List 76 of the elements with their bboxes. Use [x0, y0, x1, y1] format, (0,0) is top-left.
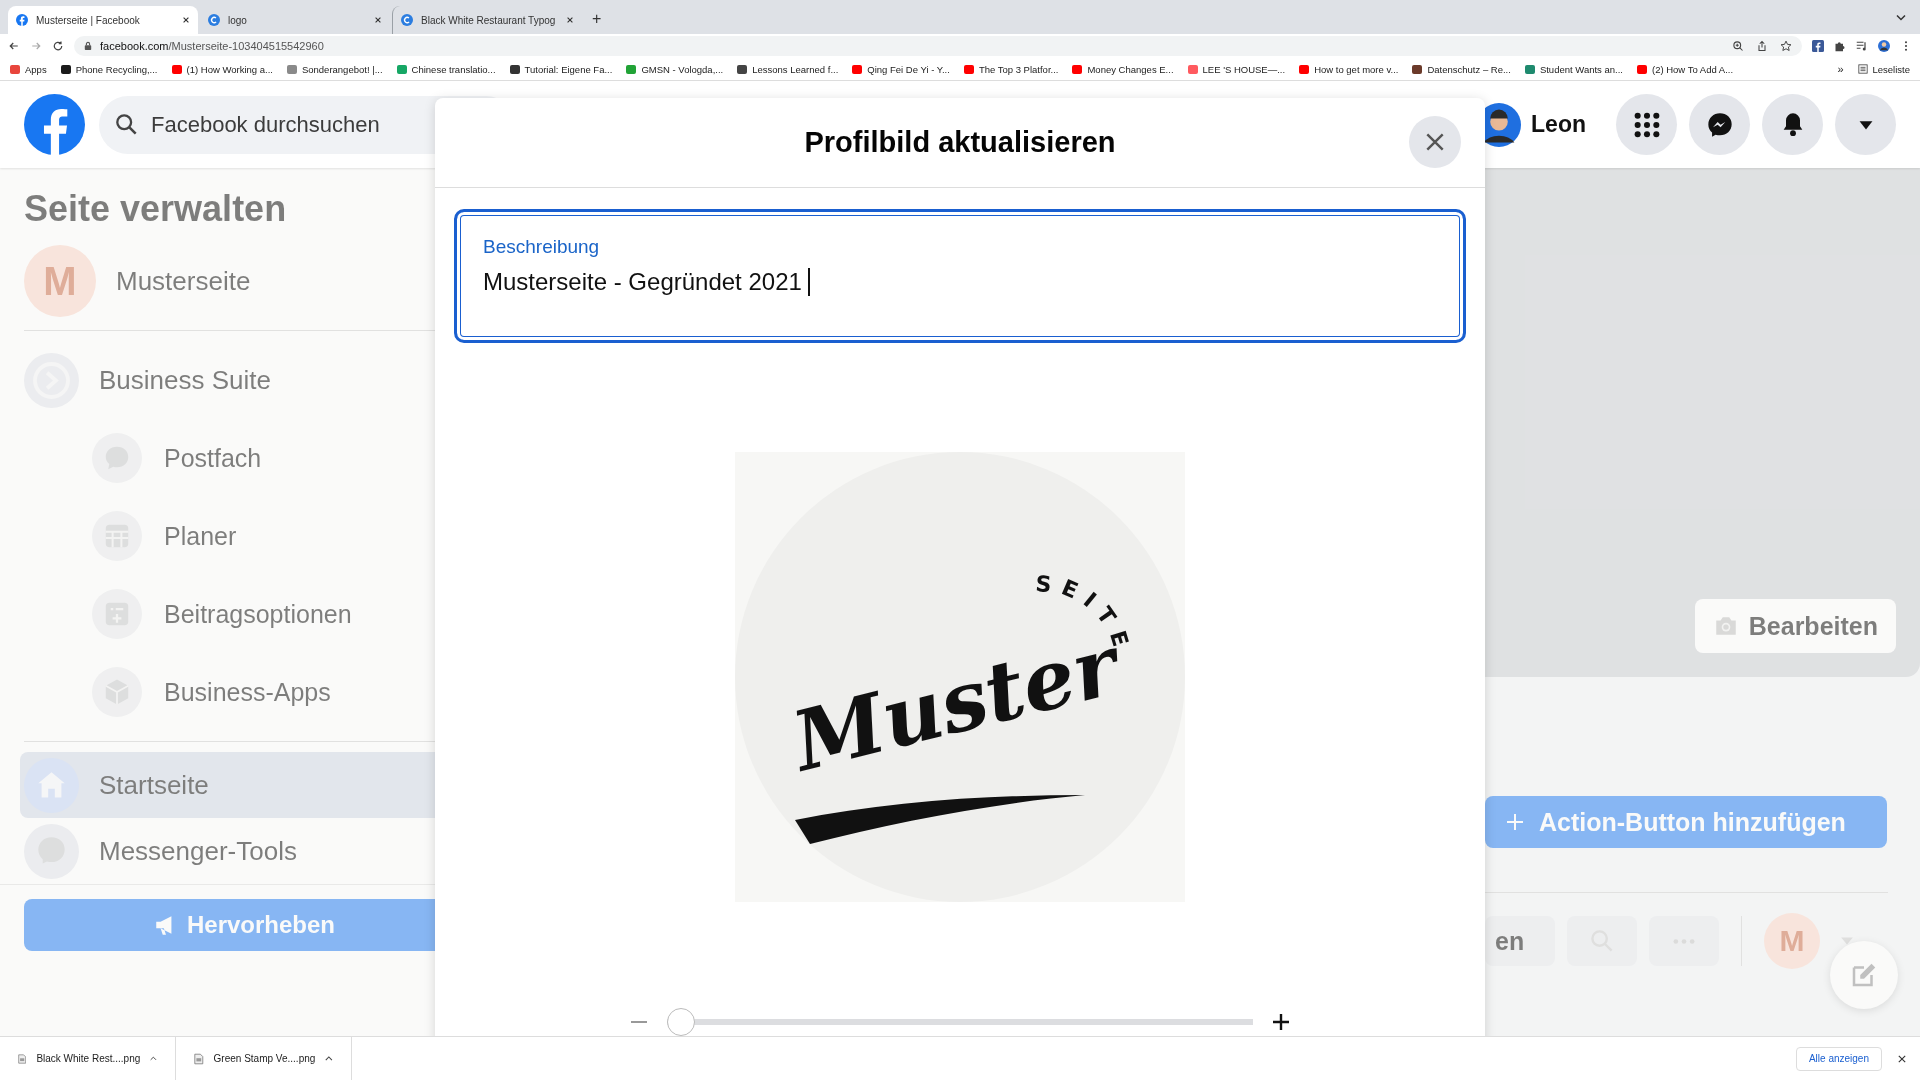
star-icon[interactable] — [1780, 40, 1792, 52]
media-icon[interactable] — [1856, 40, 1868, 52]
file-icon — [18, 1052, 27, 1065]
close-icon[interactable] — [374, 16, 382, 24]
chevron-down-icon[interactable] — [1896, 13, 1906, 21]
bookmark[interactable]: GMSN - Vologda,... — [626, 63, 724, 75]
bookmark[interactable]: (1) How Working a... — [171, 63, 273, 75]
facebook-extension-icon[interactable] — [1812, 40, 1824, 52]
list-icon — [1857, 64, 1868, 74]
profile-avatar-icon[interactable] — [1878, 40, 1890, 52]
sidebar-item[interactable]: Postfach — [24, 419, 435, 497]
facebook-icon — [16, 14, 28, 26]
chevron-up-icon — [150, 1056, 157, 1061]
c-logo-icon — [401, 14, 413, 26]
bookmark[interactable]: Sonderangebot! |... — [286, 63, 383, 75]
page-item[interactable]: M Musterseite — [24, 242, 435, 320]
bookmark[interactable]: The Top 3 Platfor... — [963, 63, 1059, 75]
close-icon[interactable] — [1898, 1054, 1906, 1063]
slider-thumb[interactable] — [667, 1008, 695, 1036]
bookmark[interactable]: Tutorial: Eigene Fa... — [509, 63, 613, 75]
tab-title: Musterseite | Facebook — [36, 14, 141, 26]
bookmark[interactable]: Chinese translatio... — [396, 63, 496, 75]
back-icon[interactable] — [8, 40, 20, 52]
c-logo-icon — [208, 14, 220, 26]
bookmark[interactable]: How to get more v... — [1299, 63, 1399, 75]
share-icon[interactable] — [1756, 40, 1768, 52]
close-icon[interactable] — [182, 16, 190, 24]
tab-title: Black White Restaurant Typog — [421, 14, 557, 26]
close-icon — [1424, 131, 1446, 153]
zoom-in-icon[interactable] — [1271, 1012, 1291, 1032]
bookmark[interactable]: Lessons Learned f... — [737, 63, 839, 75]
sidebar-item[interactable]: Planer — [24, 497, 435, 575]
plus-icon — [1505, 812, 1525, 832]
business-suite-item[interactable]: Business Suite — [24, 341, 435, 419]
sidebar-item[interactable]: Beitragsoptionen — [24, 575, 435, 653]
search-icon — [115, 112, 138, 136]
sidebar-item[interactable]: Business-Apps — [24, 653, 435, 731]
bookmark[interactable]: Datenschutz – Re... — [1412, 63, 1511, 75]
description-field[interactable]: Beschreibung Musterseite - Gegründet 2021 — [454, 209, 1466, 343]
bookmark[interactable]: (2) How To Add A... — [1636, 63, 1734, 75]
reload-icon[interactable] — [52, 40, 64, 52]
address-bar[interactable]: facebook.com/Musterseite-103404515542960 — [74, 36, 1802, 56]
nav-item[interactable]: Messenger-Tools — [20, 818, 444, 884]
messenger-icon — [1705, 110, 1734, 139]
edit-cover-button[interactable]: Bearbeiten — [1694, 599, 1896, 653]
close-button[interactable] — [1409, 116, 1461, 168]
bookmark[interactable]: LEE 'S HOUSE—... — [1187, 63, 1286, 75]
bookmark[interactable]: Qing Fei De Yi - Y... — [852, 63, 950, 75]
messenger-icon — [24, 823, 79, 879]
browser-tab[interactable]: logo — [200, 6, 390, 34]
bookmark[interactable]: Phone Recycling,... — [60, 63, 158, 75]
more-bookmarks-button[interactable]: » — [1837, 63, 1844, 75]
browser-tab[interactable]: Musterseite | Facebook — [8, 6, 198, 34]
bookmark[interactable]: Student Wants an... — [1524, 63, 1623, 75]
page-avatar: M — [24, 245, 96, 317]
page-tab-button[interactable]: en — [1485, 916, 1555, 966]
close-icon[interactable] — [566, 16, 574, 24]
download-item[interactable]: Green Stamp Ve....png — [176, 1037, 352, 1080]
lock-icon — [84, 41, 92, 51]
puzzle-icon[interactable] — [1834, 40, 1846, 52]
tab-title: logo — [228, 14, 248, 26]
sidebar-title: Seite verwalten — [24, 188, 288, 230]
download-item[interactable]: Black White Rest....png — [0, 1037, 176, 1080]
bookmark[interactable]: Apps — [10, 63, 47, 75]
dialog-title: Profilbild aktualisieren — [804, 126, 1116, 159]
new-tab-button[interactable]: + — [592, 6, 602, 28]
file-icon — [194, 1052, 204, 1065]
url-text: facebook.com/Musterseite-103404515542960 — [100, 40, 324, 52]
grid-icon — [1632, 110, 1661, 139]
chevron-up-icon — [325, 1056, 333, 1061]
zoom-icon[interactable] — [1732, 40, 1744, 52]
show-all-button[interactable]: Alle anzeigen — [1795, 1046, 1882, 1071]
facebook-logo[interactable] — [24, 94, 85, 155]
reading-list-button[interactable]: Leseliste — [1857, 63, 1910, 75]
bookmark[interactable]: Money Changes E... — [1072, 63, 1174, 75]
home-icon — [24, 757, 79, 813]
